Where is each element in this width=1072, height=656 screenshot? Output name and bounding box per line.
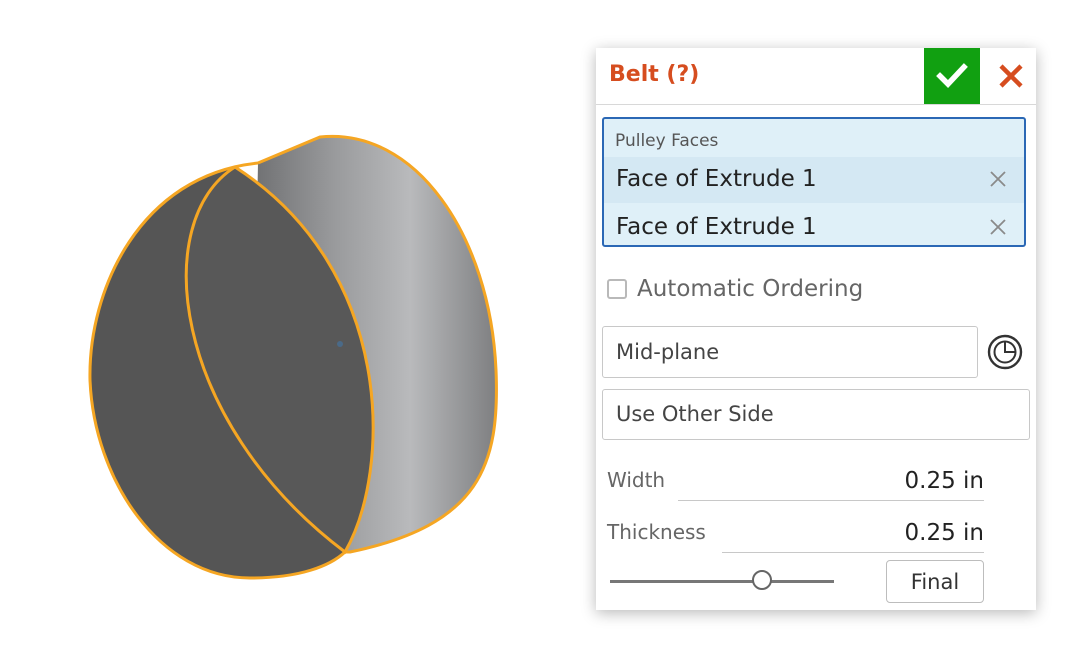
checkmark-icon <box>936 63 968 88</box>
cancel-button[interactable] <box>986 48 1036 104</box>
thickness-value: 0.25 in <box>904 520 985 546</box>
mid-plane-icon[interactable] <box>986 333 1024 371</box>
final-button-label: Final <box>910 570 960 594</box>
pulley-faces-selection[interactable]: Pulley Faces Face of Extrude 1 Face of E… <box>602 117 1026 247</box>
use-other-side-button[interactable]: Use Other Side <box>602 389 1030 440</box>
face-item-label: Face of Extrude 1 <box>616 166 817 192</box>
automatic-ordering-label[interactable]: Automatic Ordering <box>637 276 863 302</box>
rollback-slider-handle[interactable] <box>752 570 773 590</box>
width-label: Width <box>607 468 666 492</box>
graphics-viewport[interactable] <box>0 0 600 656</box>
width-input[interactable]: 0.25 in <box>678 468 984 501</box>
width-value: 0.25 in <box>904 468 985 494</box>
automatic-ordering-checkbox[interactable] <box>607 279 627 299</box>
final-button[interactable]: Final <box>886 560 984 603</box>
dialog-title[interactable]: Belt (?) <box>609 62 699 87</box>
cylinder-part[interactable] <box>0 0 600 656</box>
end-type-value: Mid-plane <box>616 340 720 364</box>
close-icon[interactable] <box>986 167 1010 191</box>
end-type-dropdown[interactable]: Mid-plane <box>602 326 978 378</box>
rollback-slider-track[interactable] <box>610 580 834 583</box>
close-icon[interactable] <box>986 215 1010 239</box>
close-icon <box>999 64 1023 88</box>
belt-feature-dialog: Belt (?) Pulley Faces Face of Extrude 1 … <box>596 48 1036 610</box>
thickness-input[interactable]: 0.25 in <box>722 520 984 553</box>
accept-button[interactable] <box>924 48 980 104</box>
face-item-label: Face of Extrude 1 <box>616 214 817 240</box>
pulley-faces-label: Pulley Faces <box>615 131 719 151</box>
thickness-label: Thickness <box>607 520 706 544</box>
dialog-header: Belt (?) <box>596 48 1036 105</box>
use-other-side-label: Use Other Side <box>616 402 774 426</box>
list-item[interactable]: Face of Extrude 1 <box>604 205 1024 251</box>
list-item[interactable]: Face of Extrude 1 <box>604 157 1024 203</box>
face-center-point <box>337 341 343 347</box>
